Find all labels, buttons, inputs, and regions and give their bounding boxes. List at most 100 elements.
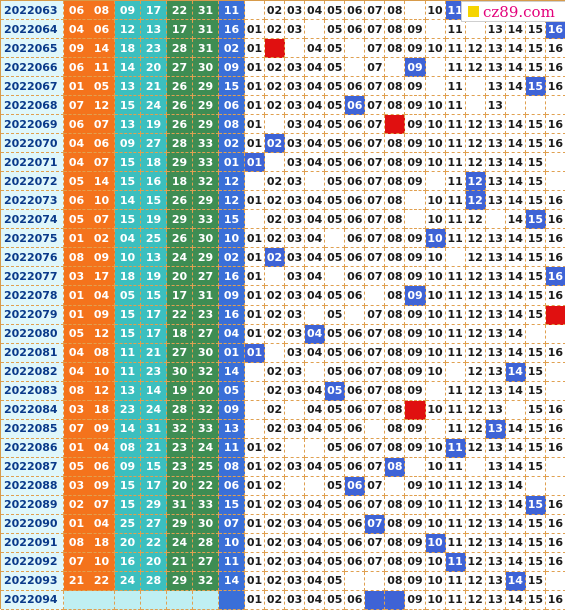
trend-cell-02 (265, 39, 286, 59)
trend-cell-06: 06 (345, 533, 366, 553)
red-ball-cell: 01 (64, 438, 90, 458)
red-ball-cell: 29 (193, 248, 219, 268)
red-ball-cell: 19 (141, 210, 167, 230)
trend-cell-16: 16 (545, 343, 565, 363)
trend-cell-13: 13 (485, 476, 506, 496)
red-ball-cell: 27 (167, 343, 193, 363)
trend-cell-12: 12 (465, 438, 486, 458)
trend-cell-13: 13 (485, 96, 506, 116)
trend-cell-11: 11 (445, 495, 466, 515)
trend-cell-09: 09 (405, 552, 426, 572)
red-ball-cell: 09 (64, 39, 90, 59)
table-row: 2022076 08 09 10 13 24 29 02 01 02 03 04 05 06 07 08 09 1… (1, 248, 565, 268)
red-ball-cell: 21 (64, 571, 90, 591)
trend-cell-02: 02 (265, 229, 286, 249)
trend-cell-13: 13 (485, 552, 506, 572)
trend-cell-02: 02 (265, 305, 286, 325)
red-ball-cell: 04 (115, 229, 141, 249)
trend-cell-03: 03 (285, 115, 306, 135)
trend-cell-05: 05 (325, 514, 346, 534)
trend-cell-02: 02 (265, 457, 286, 477)
trend-cell-07: 07 (365, 96, 386, 116)
trend-cell-08: 08 (385, 153, 406, 173)
trend-cell-06: 06 (345, 343, 366, 363)
trend-cell-14: 14 (505, 58, 526, 78)
red-ball-cell: 27 (193, 267, 219, 287)
red-ball-cell: 26 (167, 77, 193, 97)
trend-cell-15: 15 (525, 533, 546, 553)
trend-cell-16 (545, 305, 565, 325)
trend-cell-12 (465, 20, 486, 40)
trend-cell-13: 13 (485, 362, 506, 382)
trend-cell-10 (425, 58, 446, 78)
red-ball-cell: 30 (193, 343, 219, 363)
table-row: 2022093 21 22 24 28 29 32 14 01 02 03 04 05 08 09 10 11 1… (1, 571, 565, 591)
trend-cell-14: 14 (505, 77, 526, 97)
site-logo[interactable]: cz89.com (461, 1, 565, 22)
table-row: 2022070 04 06 09 27 28 33 02 01 02 03 04 05 06 07 08 09 1… (1, 134, 565, 154)
trend-cell-13: 13 (485, 381, 506, 401)
trend-cell-05: 05 (325, 381, 346, 401)
trend-cell-05: 05 (325, 362, 346, 382)
trend-cell-14: 14 (505, 20, 526, 40)
trend-cell-16 (545, 457, 565, 477)
red-ball-cell: 27 (193, 552, 219, 572)
trend-cell-01: 01 (245, 571, 266, 591)
issue-number: 2022090 (1, 514, 64, 534)
trend-cell-04: 04 (305, 381, 326, 401)
red-ball-cell: 33 (193, 495, 219, 515)
red-ball-cell: 25 (115, 514, 141, 534)
trend-cell-01: 01 (245, 457, 266, 477)
trend-cell-07: 07 (365, 20, 386, 40)
red-ball-cell (64, 590, 90, 610)
trend-cell-08: 08 (385, 400, 406, 420)
trend-cell-10: 10 (425, 210, 446, 230)
table-row: 2022090 01 04 25 27 29 30 07 01 02 03 04 05 06 07 08 09 1… (1, 514, 565, 534)
trend-cell-02: 02 (265, 400, 286, 420)
trend-cell-16: 16 (545, 400, 565, 420)
table-row: 2022073 06 10 14 15 26 29 12 01 02 03 04 05 06 07 08 10 1… (1, 191, 565, 211)
trend-cell-15: 15 (525, 248, 546, 268)
trend-cell-08: 08 (385, 343, 406, 363)
trend-cell-04 (305, 305, 326, 325)
trend-cell-14 (505, 400, 526, 420)
trend-cell-10: 10 (425, 590, 446, 610)
trend-cell-06: 06 (345, 172, 366, 192)
trend-cell-03: 03 (285, 191, 306, 211)
trend-cell-09 (405, 191, 426, 211)
red-ball-cell: 26 (167, 115, 193, 135)
trend-cell-10: 10 (425, 96, 446, 116)
trend-cell-03: 03 (285, 210, 306, 230)
red-ball-cell: 03 (64, 267, 90, 287)
trend-cell-06: 06 (345, 115, 366, 135)
red-ball-cell: 23 (141, 39, 167, 59)
trend-cell-15: 15 (525, 305, 546, 325)
trend-cell-02: 02 (265, 210, 286, 230)
trend-cell-03 (285, 400, 306, 420)
trend-cell-03: 03 (285, 533, 306, 553)
red-ball-cell: 23 (141, 362, 167, 382)
red-ball-cell: 02 (64, 495, 90, 515)
trend-cell-07: 07 (365, 39, 386, 59)
trend-cell-12: 12 (465, 533, 486, 553)
red-ball-cell: 28 (167, 39, 193, 59)
trend-cell-07: 07 (365, 476, 386, 496)
red-ball-cell: 03 (64, 476, 90, 496)
issue-number: 2022065 (1, 39, 64, 59)
red-ball-cell: 28 (141, 571, 167, 591)
blue-ball-cell: 02 (219, 39, 245, 59)
red-ball-cell: 22 (193, 476, 219, 496)
trend-cell-04 (305, 20, 326, 40)
issue-number: 2022089 (1, 495, 64, 515)
trend-cell-11: 11 (445, 115, 466, 135)
red-ball-cell: 08 (64, 381, 90, 401)
trend-cell-14: 14 (505, 267, 526, 287)
red-ball-cell: 15 (115, 96, 141, 116)
trend-cell-01: 01 (245, 134, 266, 154)
table-row: 2022079 01 09 15 17 22 23 16 01 02 03 05 07 08 09 10 11 1… (1, 305, 565, 325)
red-ball-cell: 20 (167, 476, 193, 496)
trend-cell-05: 05 (325, 286, 346, 306)
red-ball-cell: 07 (64, 96, 90, 116)
trend-cell-06: 06 (345, 419, 366, 439)
blue-ball-cell: 11 (219, 552, 245, 572)
